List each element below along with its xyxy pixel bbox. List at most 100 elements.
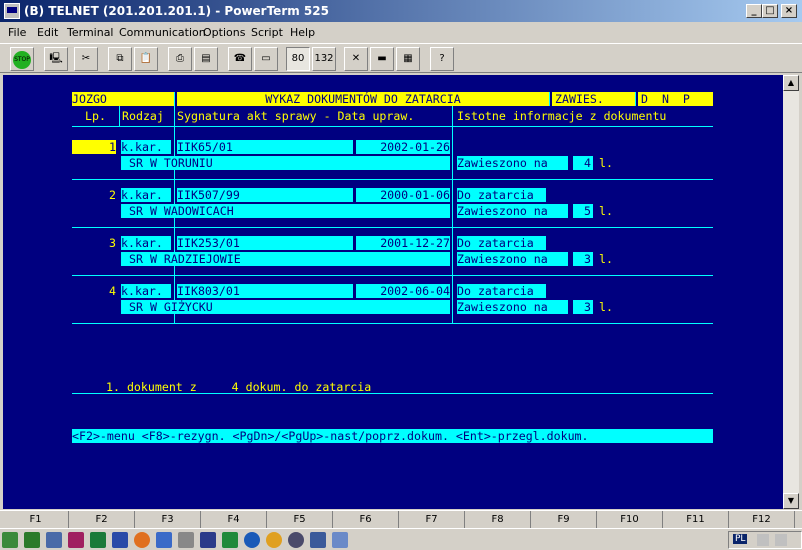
app-icon[interactable] <box>156 532 172 548</box>
header-separator <box>635 92 636 106</box>
record-4-court[interactable]: SR W GIŻYCKU <box>121 300 450 314</box>
record-1-rodzaj[interactable]: k.kar. <box>121 140 171 154</box>
menu-communication[interactable]: Communication <box>119 26 206 39</box>
fkey-f2[interactable]: F2 <box>69 511 135 528</box>
phone-icon[interactable]: ☎ <box>228 47 252 71</box>
app-icon[interactable] <box>24 532 40 548</box>
header-status: ZAWIES. <box>552 92 635 106</box>
app-icon[interactable] <box>332 532 348 548</box>
title-bar[interactable]: (B) TELNET (201.201.201.1) - PowerTerm 5… <box>0 0 802 22</box>
word-icon[interactable] <box>112 532 128 548</box>
scroll-up-icon[interactable]: ▲ <box>783 75 799 91</box>
record-2-sygnatura[interactable]: IIK507/99 <box>177 188 353 202</box>
record-1-info-number[interactable]: 4 <box>573 156 593 170</box>
column-rodzaj: Rodzaj <box>122 109 164 123</box>
fkey-f10[interactable]: F10 <box>597 511 663 528</box>
tray-icon[interactable] <box>775 534 787 546</box>
app-icon[interactable] <box>310 532 326 548</box>
media-icon[interactable] <box>288 532 304 548</box>
fkey-f9[interactable]: F9 <box>531 511 597 528</box>
fkey-f8[interactable]: F8 <box>465 511 531 528</box>
maximize-button[interactable]: □ <box>762 4 778 18</box>
fkey-f3[interactable]: F3 <box>135 511 201 528</box>
summary-underline <box>72 393 713 394</box>
app-icon[interactable] <box>68 532 84 548</box>
record-1-sygnatura[interactable]: IIK65/01 <box>177 140 353 154</box>
disconnect-icon[interactable]: ✂ <box>74 47 98 71</box>
record-3-sygnatura[interactable]: IIK253/01 <box>177 236 353 250</box>
header-separator <box>174 92 175 106</box>
column-sygnatura: Sygnatura akt sprawy - Data upraw. <box>177 109 415 123</box>
print-icon[interactable]: ⎙ <box>168 47 192 71</box>
record-3-data[interactable]: 2001-12-27 <box>356 236 450 250</box>
record-2-rodzaj[interactable]: k.kar. <box>121 188 171 202</box>
print-screen-icon[interactable]: ▤ <box>194 47 218 71</box>
stop-icon: STOP <box>13 51 31 69</box>
record-separator <box>72 179 713 180</box>
powerterm-window: (B) TELNET (201.201.201.1) - PowerTerm 5… <box>0 0 802 550</box>
clock-app-icon[interactable] <box>266 532 282 548</box>
minimize-button[interactable]: _ <box>746 4 762 18</box>
function-key-bar: F1 F2 F3 F4 F5 F6 F7 F8 F9 F10 F11 F12 <box>0 510 802 528</box>
help-button[interactable]: ? <box>430 47 454 71</box>
fkey-f1[interactable]: F1 <box>3 511 69 528</box>
app-icon[interactable] <box>46 532 62 548</box>
menu-edit[interactable]: Edit <box>37 26 58 39</box>
fkey-f5[interactable]: F5 <box>267 511 333 528</box>
window-title: (B) TELNET (201.201.201.1) - PowerTerm 5… <box>24 4 329 18</box>
menu-bar: File Edit Terminal Communication Options… <box>0 22 802 42</box>
record-1-lp[interactable]: 1 <box>72 140 116 154</box>
excel-icon[interactable] <box>90 532 106 548</box>
stop-button[interactable]: STOP <box>10 47 34 71</box>
fkey-f4[interactable]: F4 <box>201 511 267 528</box>
menu-options[interactable]: Options <box>203 26 245 39</box>
record-2-info-label: Zawieszono na <box>457 204 568 218</box>
record-3-info-label: Zawieszono na <box>457 252 568 266</box>
tray-icon[interactable] <box>757 534 769 546</box>
connect-icon[interactable]: 🖳 <box>44 47 68 71</box>
header-title: WYKAZ DOKUMENTÓW DO ZATARCIA <box>177 92 549 106</box>
app-icon[interactable] <box>222 532 238 548</box>
record-3-rodzaj[interactable]: k.kar. <box>121 236 171 250</box>
fkey-f6[interactable]: F6 <box>333 511 399 528</box>
menu-help[interactable]: Help <box>290 26 315 39</box>
close-button[interactable]: × <box>781 4 797 18</box>
menu-file[interactable]: File <box>8 26 26 39</box>
record-2-info-number[interactable]: 5 <box>573 204 593 218</box>
app-icon[interactable] <box>200 532 216 548</box>
firefox-icon[interactable] <box>134 532 150 548</box>
paste-icon[interactable]: 📋 <box>134 47 158 71</box>
record-4-sygnatura[interactable]: IIK803/01 <box>177 284 353 298</box>
terminal-screen[interactable]: JOZGO WYKAZ DOKUMENTÓW DO ZATARCIA ZAWIE… <box>3 75 783 509</box>
record-2-court[interactable]: SR W WADOWICACH <box>121 204 450 218</box>
tools-icon[interactable]: ✕ <box>344 47 368 71</box>
record-4-info-number[interactable]: 3 <box>573 300 593 314</box>
app-icon[interactable] <box>178 532 194 548</box>
ie-icon[interactable] <box>244 532 260 548</box>
fkey-f12[interactable]: F12 <box>729 511 795 528</box>
menu-script[interactable]: Script <box>251 26 283 39</box>
language-indicator[interactable]: PL <box>733 534 748 544</box>
grid-icon[interactable]: ▦ <box>396 47 420 71</box>
start-icon[interactable] <box>2 532 18 548</box>
record-1-court[interactable]: SR W TORUNIU <box>121 156 450 170</box>
copy-icon[interactable]: ⧉ <box>108 47 132 71</box>
columns-80-button[interactable]: 80 <box>286 47 310 71</box>
record-2-info1: Do zatarcia <box>457 188 546 202</box>
record-4-data[interactable]: 2002-06-04 <box>356 284 450 298</box>
vertical-scrollbar[interactable]: ▲ ▼ <box>783 75 799 509</box>
record-3-court[interactable]: SR W RADZIEJOWIE <box>121 252 450 266</box>
fkey-f11[interactable]: F11 <box>663 511 729 528</box>
columns-132-button[interactable]: 132 <box>312 47 336 71</box>
app-icon[interactable] <box>4 3 20 19</box>
keyboard-icon[interactable]: ▬ <box>370 47 394 71</box>
fkey-f7[interactable]: F7 <box>399 511 465 528</box>
record-1-data[interactable]: 2002-01-26 <box>356 140 450 154</box>
column-lp: Lp. <box>85 109 106 123</box>
scroll-down-icon[interactable]: ▼ <box>783 493 799 509</box>
record-4-rodzaj[interactable]: k.kar. <box>121 284 171 298</box>
record-2-data[interactable]: 2000-01-06 <box>356 188 450 202</box>
tape-icon[interactable]: ▭ <box>254 47 278 71</box>
menu-terminal[interactable]: Terminal <box>67 26 114 39</box>
record-3-info-number[interactable]: 3 <box>573 252 593 266</box>
